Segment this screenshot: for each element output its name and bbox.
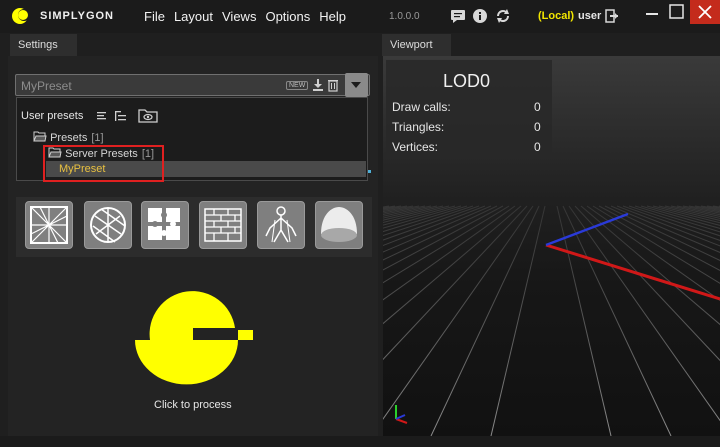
simplygon-logo-icon (12, 8, 30, 24)
stat-label-triangles: Triangles: (392, 120, 445, 134)
tab-viewport[interactable]: Viewport (382, 34, 451, 56)
stat-label-draw-calls: Draw calls: (392, 100, 451, 114)
new-preset-badge[interactable]: NEW (286, 81, 309, 90)
menu-help[interactable]: Help (319, 9, 346, 24)
maximize-icon[interactable] (665, 0, 689, 24)
user-label: user (578, 10, 602, 22)
folder-view-icon[interactable] (138, 107, 158, 123)
minimize-icon[interactable] (640, 0, 664, 24)
tree-item-count: [1] (91, 132, 104, 144)
chevron-down-icon (351, 82, 361, 88)
stat-value-triangles: 0 (534, 120, 541, 134)
menu-views[interactable]: Views (222, 9, 256, 24)
dome-icon (321, 207, 357, 242)
version-label: 1.0.0.0 (389, 11, 420, 22)
download-icon[interactable] (312, 78, 324, 92)
reduction-icon (30, 206, 68, 244)
highlight-box (43, 145, 164, 182)
menu-options[interactable]: Options (265, 9, 310, 24)
brand-name: SIMPLYGON (40, 10, 114, 22)
server-mode-label: (Local) (538, 10, 575, 22)
delete-icon[interactable] (327, 78, 339, 92)
user-presets-label: User presets (21, 110, 84, 122)
tree-item-label: Presets (50, 132, 88, 144)
status-strip (0, 436, 720, 447)
tree-item-presets[interactable]: Presets [1] (33, 131, 104, 144)
lod-title: LOD0 (443, 71, 491, 91)
main-menu: File Layout Views Options Help (144, 9, 346, 24)
process-button[interactable] (135, 290, 253, 390)
puzzle-icon (148, 208, 180, 240)
sort-list-icon[interactable] (96, 110, 108, 122)
impostor-tool-button[interactable] (199, 201, 247, 249)
tree-view-icon[interactable] (114, 110, 128, 122)
brick-wall-icon (204, 208, 242, 242)
remeshing-tool-button[interactable] (84, 201, 132, 249)
reduction-tool-button[interactable] (25, 201, 73, 249)
stat-label-vertices: Vertices: (392, 140, 439, 154)
close-icon (698, 5, 712, 19)
close-button[interactable] (690, 0, 720, 24)
occlusion-tool-button[interactable] (315, 201, 363, 249)
stat-value-vertices: 0 (534, 140, 541, 154)
stat-value-draw-calls: 0 (534, 100, 541, 114)
tab-settings[interactable]: Settings (10, 34, 77, 56)
folder-open-icon (33, 131, 47, 142)
process-label: Click to process (154, 399, 232, 411)
logout-icon[interactable] (604, 8, 620, 24)
preset-dropdown-button[interactable] (345, 73, 368, 97)
remeshing-icon (90, 207, 126, 243)
axis-gizmo-icon (395, 405, 408, 424)
preset-selector[interactable]: MyPreset NEW (15, 74, 370, 96)
preset-name: MyPreset (21, 79, 72, 93)
chat-icon[interactable] (450, 8, 466, 24)
scroll-indicator (368, 170, 371, 173)
sync-icon[interactable] (495, 8, 511, 24)
skeleton-icon (265, 206, 297, 243)
aggregation-tool-button[interactable] (141, 201, 189, 249)
info-icon[interactable] (472, 8, 488, 24)
menu-layout[interactable]: Layout (174, 9, 213, 24)
menu-file[interactable]: File (144, 9, 165, 24)
bone-reduction-tool-button[interactable] (257, 201, 305, 249)
